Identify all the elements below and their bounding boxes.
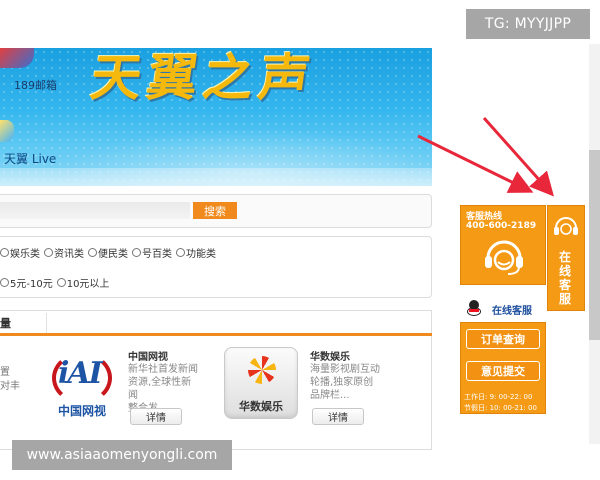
live-logo-icon[interactable] <box>0 120 14 142</box>
category-option[interactable]: 娱乐类 <box>0 245 40 260</box>
category-option-label: 号百类 <box>142 249 172 260</box>
radio-button[interactable] <box>0 248 9 257</box>
feedback-button[interactable]: 意见提交 <box>466 361 540 381</box>
arrow-1 <box>417 134 534 193</box>
top-banner[interactable]: 天翼之声 189邮箱 天翼 Live <box>0 48 432 186</box>
url-watermark: www.asiaaomenyongli.com <box>12 440 232 470</box>
banner-title: 天翼之声 <box>87 48 320 107</box>
category-option[interactable]: 资讯类 <box>44 245 84 260</box>
app-description: 海量影视剧互动 轮播,独家原创 品牌栏... <box>310 364 380 401</box>
radio-button[interactable] <box>176 248 185 257</box>
sunburst-icon <box>248 356 276 384</box>
holiday-hours: 节假日: 10: 00-21: 00 <box>464 404 537 412</box>
radio-button[interactable] <box>44 248 53 257</box>
tab-app-list[interactable]: 量 <box>0 315 11 331</box>
search-input[interactable] <box>0 202 190 219</box>
hotline-number: 400-600-2189 <box>466 221 537 231</box>
cn-logo-name: 中国网视 <box>57 404 106 418</box>
order-query-button[interactable]: 订单查询 <box>466 329 540 349</box>
scrollbar-thumb[interactable] <box>589 150 600 340</box>
details-button[interactable]: 详情 <box>312 408 364 425</box>
headset-icon <box>554 217 578 235</box>
app-name[interactable]: 中国网视 <box>128 348 168 363</box>
mail-label[interactable]: 189邮箱 <box>14 77 57 93</box>
category-option[interactable]: 便民类 <box>88 245 128 260</box>
radio-button[interactable] <box>88 248 97 257</box>
china-video-logo[interactable]: iAI 中国网视 <box>46 348 118 420</box>
price-option-label: 5元-10元 <box>10 279 53 290</box>
headset-icon <box>485 240 523 275</box>
category-option-label: 娱乐类 <box>10 249 40 260</box>
category-option[interactable]: 号百类 <box>132 245 172 260</box>
radio-button[interactable] <box>0 278 9 287</box>
huashu-logo[interactable]: 华数娱乐 <box>224 347 298 419</box>
price-option[interactable]: 5元-10元 <box>0 275 53 290</box>
page: 天翼之声 189邮箱 天翼 Live 搜索 娱乐类 资讯类 便民类 号百类 功能类 5元… <box>0 0 600 480</box>
category-filter-row: 娱乐类 资讯类 便民类 号百类 功能类 <box>0 245 220 260</box>
tg-watermark: TG: MYYJJPP <box>466 9 590 39</box>
banner-floor <box>0 168 432 186</box>
arrow-2 <box>482 117 554 197</box>
category-option-label: 功能类 <box>186 249 216 260</box>
radio-button[interactable] <box>132 248 141 257</box>
hs-logo-name: 华数娱乐 <box>239 400 283 413</box>
qq-service-link[interactable]: 在线客服 <box>466 300 532 318</box>
price-option-label: 10元以上 <box>66 279 110 290</box>
online-service-tab-label[interactable]: 在线客服 <box>557 250 573 306</box>
price-filter-row: 5元-10元 10元以上 <box>0 275 113 290</box>
weekday-hours: 工作日: 9: 00-22: 00 <box>464 393 533 401</box>
cn-logo-mark: iAI <box>58 356 103 391</box>
tab-divider <box>46 313 47 333</box>
partial-app-description: 置 对丰 <box>0 367 20 392</box>
app-name[interactable]: 华数娱乐 <box>310 348 350 363</box>
category-option-label: 便民类 <box>98 249 128 260</box>
price-option[interactable]: 10元以上 <box>56 275 110 290</box>
radio-button[interactable] <box>56 278 66 287</box>
qq-icon <box>466 300 482 318</box>
category-option[interactable]: 功能类 <box>176 245 216 260</box>
details-button[interactable]: 详情 <box>130 408 182 425</box>
category-option-label: 资讯类 <box>54 249 84 260</box>
qq-service-label[interactable]: 在线客服 <box>492 302 532 317</box>
app-tabbar <box>0 310 432 336</box>
search-button[interactable]: 搜索 <box>193 202 237 219</box>
live-label[interactable]: 天翼 Live <box>4 150 56 167</box>
